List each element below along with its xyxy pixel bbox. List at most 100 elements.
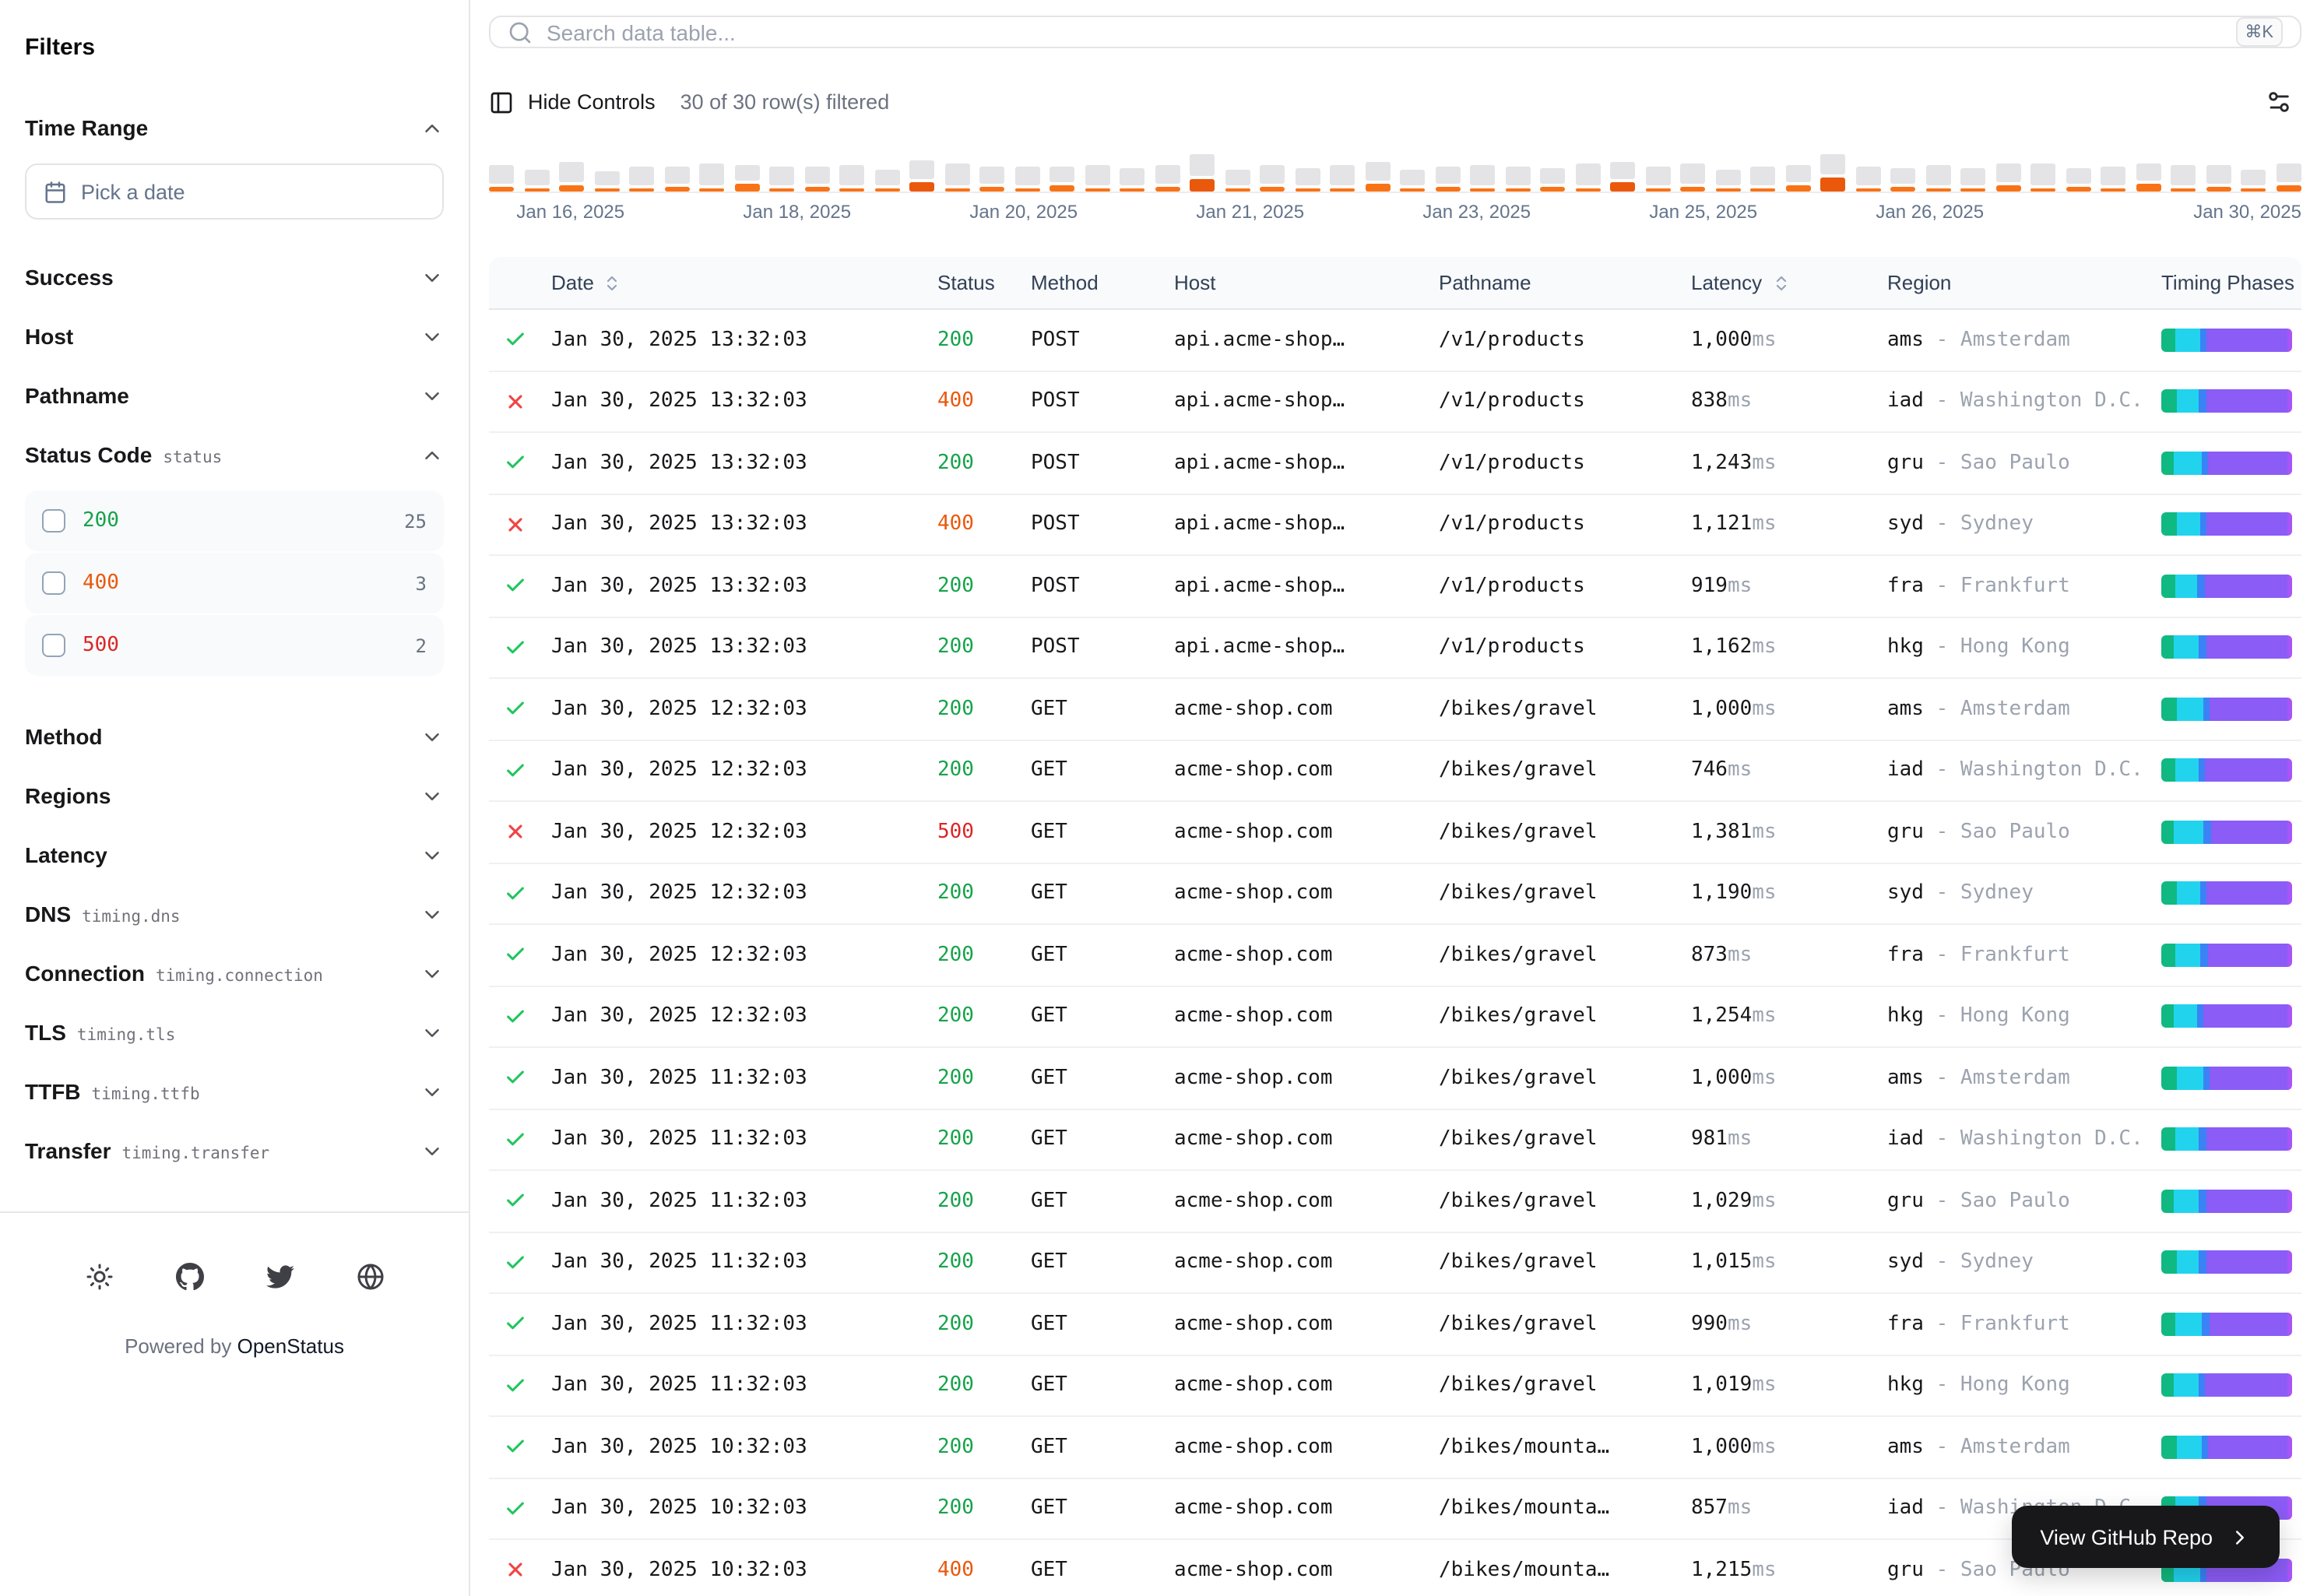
histogram-bar[interactable] <box>1960 168 1985 192</box>
histogram-bar[interactable] <box>2241 170 2266 192</box>
search-bar[interactable]: ⌘K <box>489 16 2301 48</box>
search-input[interactable] <box>547 19 2221 44</box>
table-row[interactable]: Jan 30, 2025 13:32:03400POSTapi.acme-sho… <box>489 494 2301 556</box>
table-row[interactable]: Jan 30, 2025 12:32:03200GETacme-shop.com… <box>489 679 2301 740</box>
hide-controls-button[interactable]: Hide Controls <box>489 90 656 114</box>
histogram-bar[interactable] <box>734 165 759 192</box>
table-row[interactable]: Jan 30, 2025 13:32:03200POSTapi.acme-sho… <box>489 556 2301 617</box>
filter-section-host[interactable]: Host <box>25 307 444 366</box>
histogram-bar[interactable] <box>979 167 1004 192</box>
table-row[interactable]: Jan 30, 2025 13:32:03200POSTapi.acme-sho… <box>489 433 2301 494</box>
histogram-bar[interactable] <box>2171 165 2196 192</box>
theme-toggle-button[interactable] <box>76 1253 122 1300</box>
histogram-bar[interactable] <box>1680 163 1705 192</box>
filter-section-pathname[interactable]: Pathname <box>25 366 444 425</box>
histogram-bar[interactable] <box>1855 167 1880 192</box>
histogram-bar[interactable] <box>839 165 864 192</box>
histogram-bar[interactable] <box>2206 165 2231 192</box>
table-row[interactable]: Jan 30, 2025 13:32:03200POSTapi.acme-sho… <box>489 617 2301 679</box>
status-option-500[interactable]: 5002 <box>25 615 444 676</box>
histogram-bar[interactable] <box>1190 154 1215 192</box>
filter-section-regions[interactable]: Regions <box>25 766 444 825</box>
filter-section-ttfb[interactable]: TTFBtiming.ttfb <box>25 1062 444 1121</box>
histogram-bar[interactable] <box>1260 165 1285 192</box>
table-row[interactable]: Jan 30, 2025 12:32:03200GETacme-shop.com… <box>489 986 2301 1048</box>
histogram-bar[interactable] <box>1750 167 1775 192</box>
github-link[interactable] <box>166 1253 213 1300</box>
table-row[interactable]: Jan 30, 2025 12:32:03200GETacme-shop.com… <box>489 863 2301 925</box>
table-row[interactable]: Jan 30, 2025 11:32:03200GETacme-shop.com… <box>489 1232 2301 1294</box>
table-row[interactable]: Jan 30, 2025 12:32:03500GETacme-shop.com… <box>489 802 2301 863</box>
histogram-bar[interactable] <box>1610 162 1635 192</box>
histogram-bar[interactable] <box>1050 167 1074 192</box>
date-picker-input[interactable]: Pick a date <box>25 163 444 220</box>
twitter-link[interactable] <box>256 1253 303 1300</box>
histogram-bar[interactable] <box>1995 163 2020 192</box>
status-option-200[interactable]: 20025 <box>25 490 444 551</box>
view-github-repo-button[interactable]: View GitHub Repo <box>2012 1506 2280 1568</box>
histogram-bar[interactable] <box>594 171 619 192</box>
histogram-bar[interactable] <box>1155 165 1180 192</box>
filter-section-status-code[interactable]: Status Codestatus <box>25 425 444 484</box>
histogram-bar[interactable] <box>1295 168 1320 192</box>
histogram-bar[interactable] <box>1820 154 1845 192</box>
table-row[interactable]: Jan 30, 2025 11:32:03200GETacme-shop.com… <box>489 1109 2301 1171</box>
openstatus-link[interactable]: OpenStatus <box>237 1334 344 1358</box>
status-option-400[interactable]: 4003 <box>25 553 444 613</box>
histogram-bar[interactable] <box>1645 167 1670 192</box>
histogram-bar[interactable] <box>1085 165 1109 192</box>
table-row[interactable]: Jan 30, 2025 11:32:03200GETacme-shop.com… <box>489 1355 2301 1417</box>
histogram-bar[interactable] <box>1435 167 1460 192</box>
filter-section-dns[interactable]: DNStiming.dns <box>25 884 444 944</box>
filter-section-tls[interactable]: TLStiming.tls <box>25 1003 444 1062</box>
histogram-bar[interactable] <box>909 160 934 192</box>
histogram-bar[interactable] <box>2276 163 2301 192</box>
histogram-bar[interactable] <box>1890 168 1915 192</box>
histogram-bar[interactable] <box>874 170 899 192</box>
table-row[interactable]: Jan 30, 2025 11:32:03200GETacme-shop.com… <box>489 1048 2301 1109</box>
table-row[interactable]: Jan 30, 2025 12:32:03200GETacme-shop.com… <box>489 740 2301 802</box>
histogram-bar[interactable] <box>1785 165 1810 192</box>
histogram-bar[interactable] <box>1400 170 1425 192</box>
histogram-bar[interactable] <box>1575 163 1600 192</box>
histogram-bar[interactable] <box>699 163 724 192</box>
checkbox[interactable] <box>42 571 65 595</box>
histogram-bar[interactable] <box>1540 168 1565 192</box>
histogram-bar[interactable] <box>2066 168 2090 192</box>
histogram-bar[interactable] <box>1365 162 1390 192</box>
filter-section-connection[interactable]: Connectiontiming.connection <box>25 944 444 1003</box>
filter-section-transfer[interactable]: Transfertiming.transfer <box>25 1121 444 1180</box>
filter-section-latency[interactable]: Latency <box>25 825 444 884</box>
website-link[interactable] <box>346 1253 393 1300</box>
table-row[interactable]: Jan 30, 2025 13:32:03200POSTapi.acme-sho… <box>489 310 2301 371</box>
histogram-bar[interactable] <box>489 165 514 192</box>
histogram-bar[interactable] <box>559 162 584 192</box>
histogram-bar[interactable] <box>769 167 794 192</box>
checkbox[interactable] <box>42 634 65 657</box>
histogram-bar[interactable] <box>1120 168 1144 192</box>
histogram-bar[interactable] <box>2136 163 2161 192</box>
table-row[interactable]: Jan 30, 2025 13:32:03400POSTapi.acme-sho… <box>489 371 2301 433</box>
table-row[interactable]: Jan 30, 2025 11:32:03200GETacme-shop.com… <box>489 1171 2301 1232</box>
filter-section-method[interactable]: Method <box>25 707 444 766</box>
histogram-bar[interactable] <box>664 167 689 192</box>
table-row[interactable]: Jan 30, 2025 12:32:03200GETacme-shop.com… <box>489 925 2301 986</box>
checkbox[interactable] <box>42 509 65 533</box>
histogram-bar[interactable] <box>1470 165 1495 192</box>
histogram-bar[interactable] <box>2030 163 2055 192</box>
histogram-bar[interactable] <box>1715 170 1740 192</box>
filter-section-time-range[interactable]: Time Range <box>25 98 444 157</box>
column-header-latency[interactable]: Latency <box>1682 271 1878 294</box>
histogram-bar[interactable] <box>1014 167 1039 192</box>
histogram-bar[interactable] <box>1225 170 1250 192</box>
table-row[interactable]: Jan 30, 2025 11:32:03200GETacme-shop.com… <box>489 1294 2301 1355</box>
histogram-bar[interactable] <box>524 170 549 192</box>
histogram-bar[interactable] <box>2101 167 2125 192</box>
histogram-bar[interactable] <box>1925 165 1950 192</box>
view-options-button[interactable] <box>2256 79 2301 125</box>
column-header-date[interactable]: Date <box>542 271 928 294</box>
table-row[interactable]: Jan 30, 2025 10:32:03200GETacme-shop.com… <box>489 1417 2301 1478</box>
histogram-bar[interactable] <box>1330 165 1355 192</box>
histogram-bar[interactable] <box>804 167 829 192</box>
histogram-bar[interactable] <box>629 167 654 192</box>
